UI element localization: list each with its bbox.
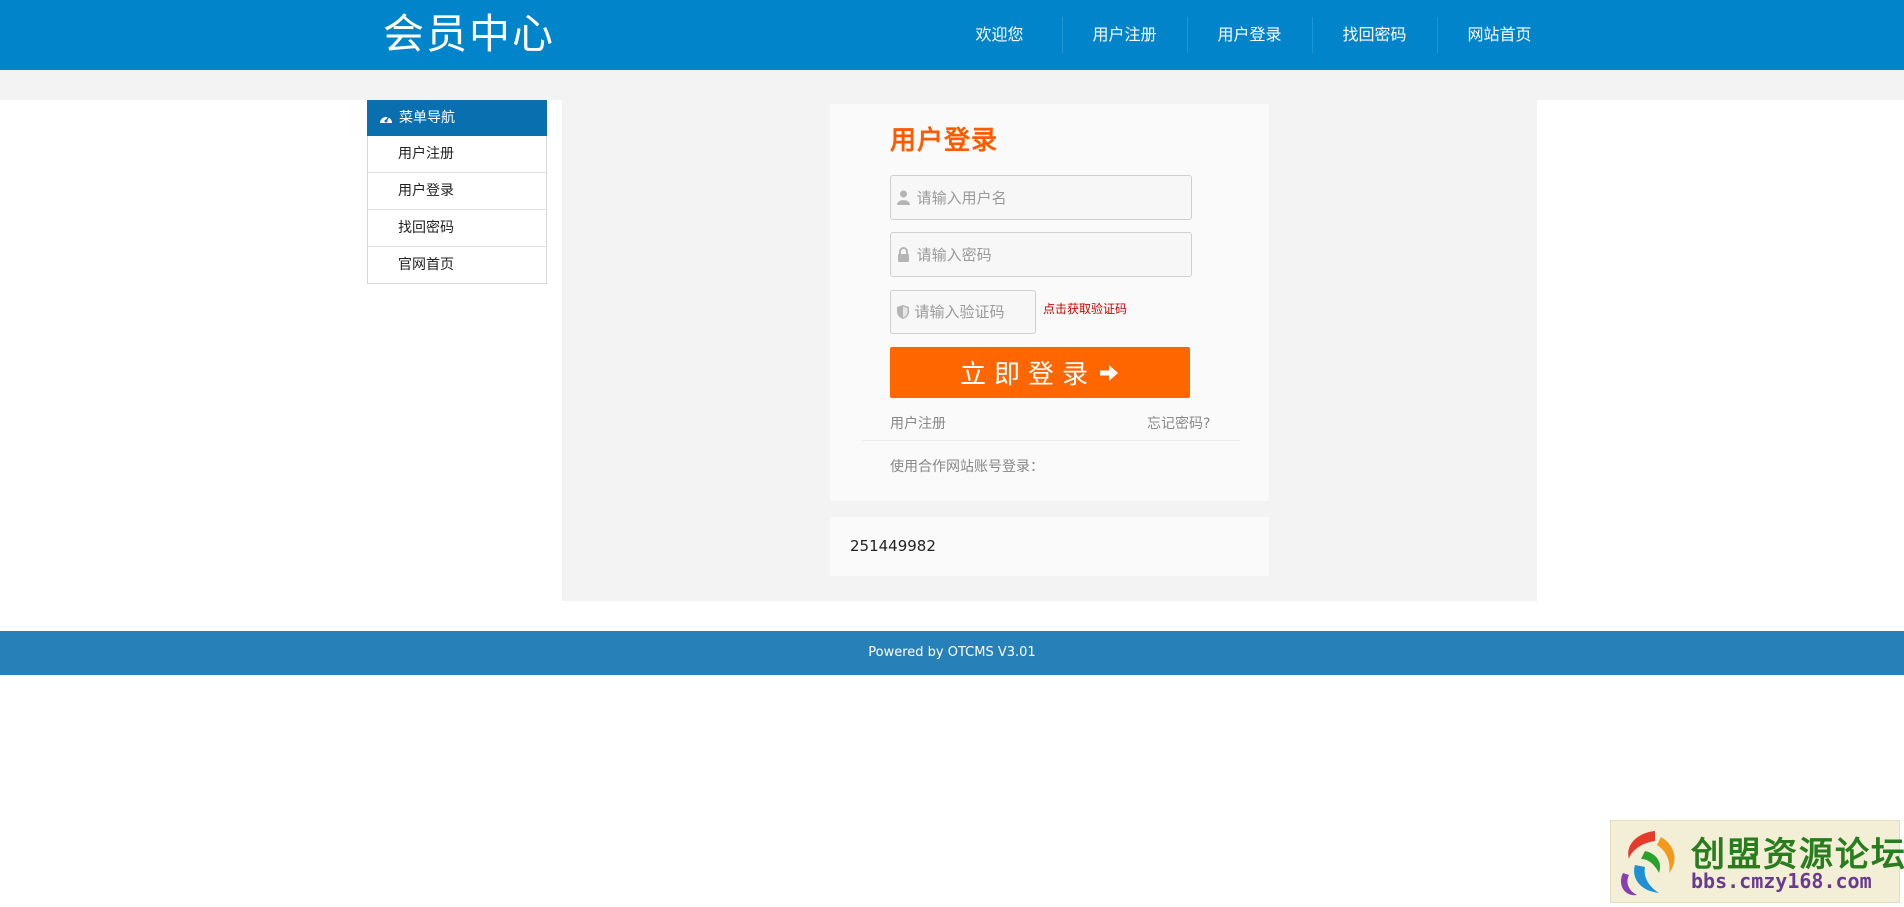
watermark-url: bbs.cmzy168.com [1691, 869, 1872, 893]
footer: Powered by OTCMS V3.01 [0, 631, 1904, 675]
sidebar-header: 菜单导航 [367, 100, 547, 136]
sidebar-list: 用户注册 用户登录 找回密码 官网首页 [367, 136, 547, 284]
nav-register[interactable]: 用户注册 [1062, 0, 1187, 70]
sidebar-item-login[interactable]: 用户登录 [368, 172, 546, 209]
footer-text: Powered by OTCMS V3.01 [868, 645, 1036, 660]
register-link[interactable]: 用户注册 [890, 413, 946, 433]
sidebar-title: 菜单导航 [399, 110, 455, 126]
sidebar-item-find-password[interactable]: 找回密码 [368, 209, 546, 246]
grey-band [0, 70, 1904, 100]
password-input[interactable] [916, 245, 1191, 264]
password-field[interactable] [890, 232, 1192, 277]
dashboard-icon [380, 116, 392, 123]
sidebar-item-register[interactable]: 用户注册 [368, 136, 546, 172]
login-title: 用户登录 [890, 126, 999, 156]
username-field[interactable] [890, 175, 1192, 220]
nav-find-password[interactable]: 找回密码 [1312, 0, 1437, 70]
login-submit-button[interactable]: 立即登录 [890, 347, 1190, 398]
sidebar-menu: 菜单导航 用户注册 用户登录 找回密码 官网首页 [367, 100, 547, 284]
top-header: 会员中心 欢迎您 用户注册 用户登录 找回密码 网站首页 [0, 0, 1904, 70]
captcha-field[interactable] [890, 290, 1036, 334]
get-captcha-link[interactable]: 点击获取验证码 [1043, 300, 1127, 317]
forgot-password-link[interactable]: 忘记密码? [1147, 413, 1210, 433]
username-input[interactable] [916, 188, 1191, 207]
divider [862, 440, 1240, 441]
lock-icon [891, 247, 917, 262]
partner-login-text: 使用合作网站账号登录： [890, 459, 1044, 475]
user-icon [891, 190, 917, 205]
top-nav: 欢迎您 用户注册 用户登录 找回密码 网站首页 [937, 0, 1562, 70]
nav-home[interactable]: 网站首页 [1437, 0, 1562, 70]
forum-logo-icon [1620, 831, 1675, 896]
login-submit-label: 立即登录 [959, 360, 1096, 390]
site-title: 会员中心 [383, 10, 555, 58]
shield-icon [891, 305, 914, 319]
qq-number: 251449982 [850, 537, 936, 555]
sidebar-item-official-home[interactable]: 官网首页 [368, 246, 546, 283]
captcha-input[interactable] [914, 303, 1035, 321]
forum-watermark: 创盟资源论坛 bbs.cmzy168.com [1610, 820, 1904, 903]
nav-welcome[interactable]: 欢迎您 [937, 0, 1062, 70]
arrow-right-icon [1100, 364, 1118, 381]
nav-login[interactable]: 用户登录 [1187, 0, 1312, 70]
